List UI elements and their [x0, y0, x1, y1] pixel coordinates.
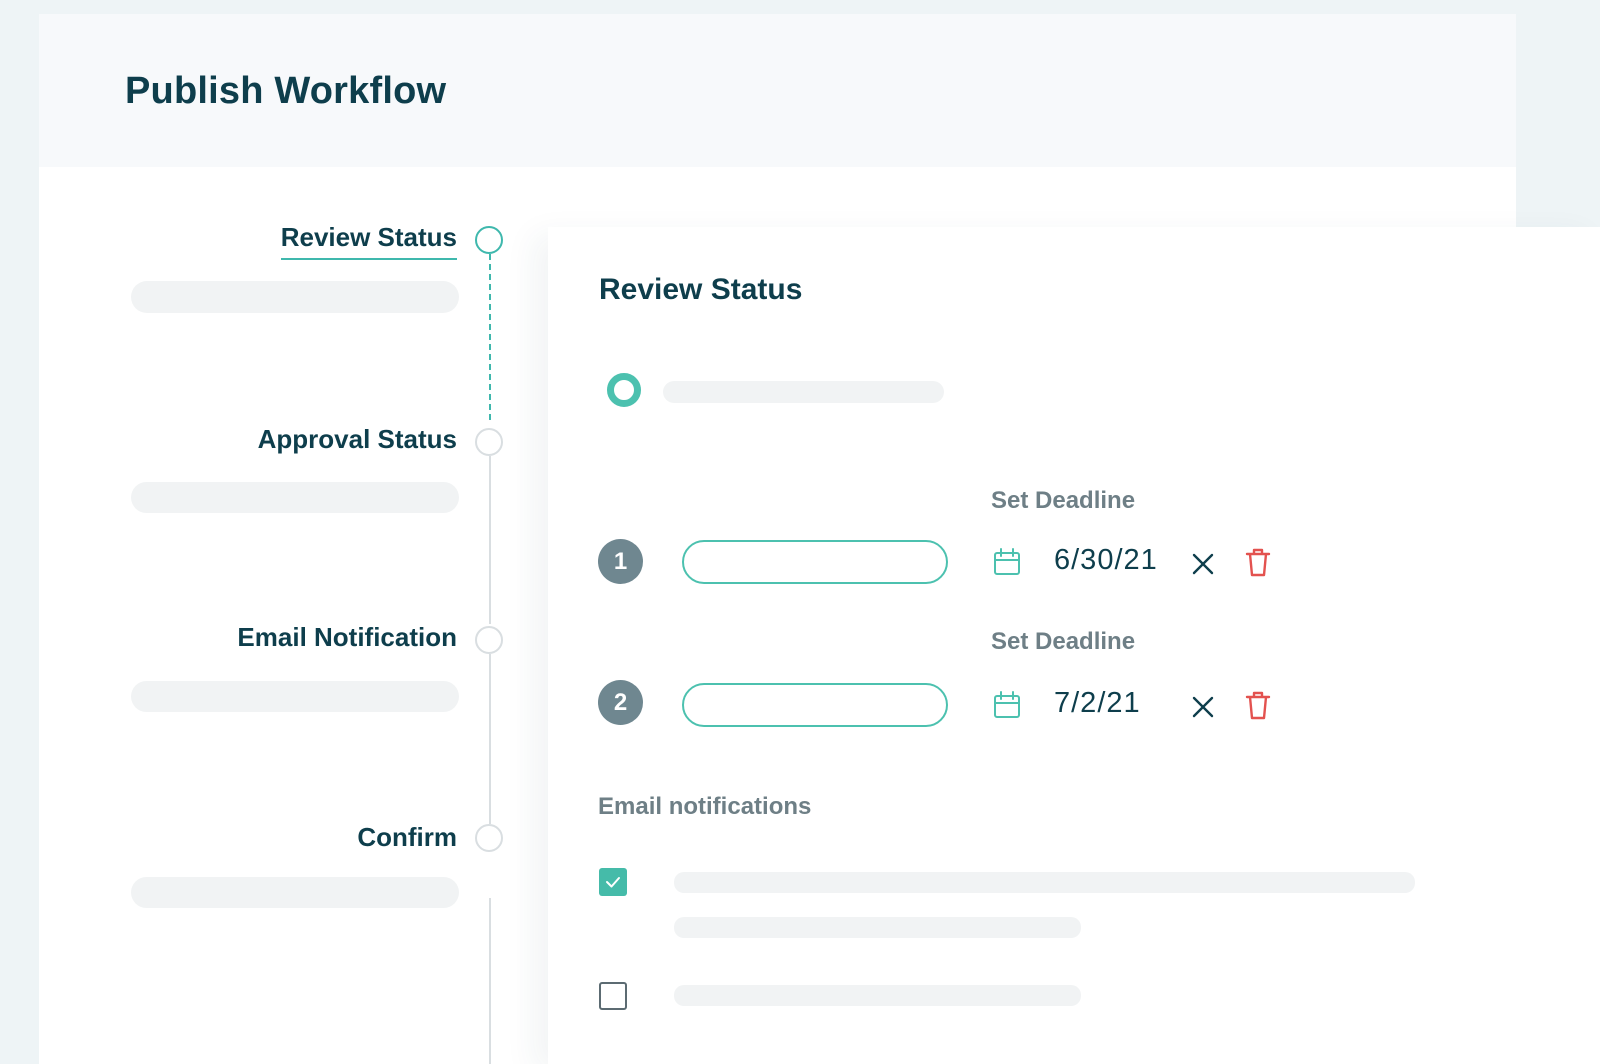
- step-indicator-active: [475, 226, 503, 254]
- placeholder-line: [674, 917, 1081, 938]
- step-label[interactable]: Review Status: [280, 222, 457, 260]
- close-icon[interactable]: [1190, 548, 1216, 578]
- placeholder-line: [131, 482, 459, 513]
- step-label[interactable]: Email Notification: [237, 622, 457, 653]
- step-label[interactable]: Approval Status: [258, 424, 457, 455]
- placeholder-line: [131, 281, 459, 313]
- step-approval-status[interactable]: Approval Status: [0, 424, 459, 464]
- stepper-connector-active: [489, 254, 491, 420]
- email-option-checkbox[interactable]: [599, 868, 627, 896]
- step-confirm[interactable]: Confirm: [0, 822, 459, 862]
- stepper-connector: [489, 456, 491, 624]
- step-indicator: [475, 824, 503, 852]
- set-deadline-label: Set Deadline: [991, 628, 1136, 655]
- review-option-radio[interactable]: [607, 373, 641, 407]
- review-status-card: Review Status Set Deadline 1 6/30/21 Set…: [548, 227, 1600, 1064]
- trash-icon[interactable]: [1245, 547, 1271, 577]
- check-icon: [606, 877, 620, 888]
- page-title: Publish Workflow: [125, 70, 447, 112]
- reviewer-number-badge: 2: [598, 680, 643, 725]
- placeholder-line: [131, 877, 459, 908]
- deadline-date[interactable]: 7/2/21: [1054, 687, 1141, 720]
- stepper-connector: [489, 898, 491, 1064]
- step-indicator: [475, 428, 503, 456]
- placeholder-line: [674, 985, 1081, 1006]
- card-title: Review Status: [599, 273, 803, 306]
- step-review-status[interactable]: Review Status: [0, 222, 459, 262]
- calendar-icon[interactable]: [992, 690, 1022, 720]
- reviewer-input[interactable]: [682, 540, 948, 584]
- deadline-date[interactable]: 6/30/21: [1054, 544, 1158, 577]
- step-indicator: [475, 626, 503, 654]
- reviewer-input[interactable]: [682, 683, 948, 727]
- placeholder-line: [663, 381, 944, 403]
- trash-icon[interactable]: [1245, 690, 1271, 720]
- step-email-notification[interactable]: Email Notification: [0, 622, 459, 662]
- stepper-connector: [489, 654, 491, 824]
- reviewer-number-badge: 1: [598, 539, 643, 584]
- set-deadline-label: Set Deadline: [991, 487, 1136, 514]
- placeholder-line: [131, 681, 459, 712]
- step-label[interactable]: Confirm: [357, 822, 457, 853]
- calendar-icon[interactable]: [992, 547, 1022, 577]
- email-option-checkbox[interactable]: [599, 982, 627, 1010]
- close-icon[interactable]: [1190, 691, 1216, 721]
- placeholder-line: [674, 872, 1415, 893]
- panel-header: Publish Workflow: [39, 14, 1516, 167]
- email-notifications-label: Email notifications: [598, 793, 812, 820]
